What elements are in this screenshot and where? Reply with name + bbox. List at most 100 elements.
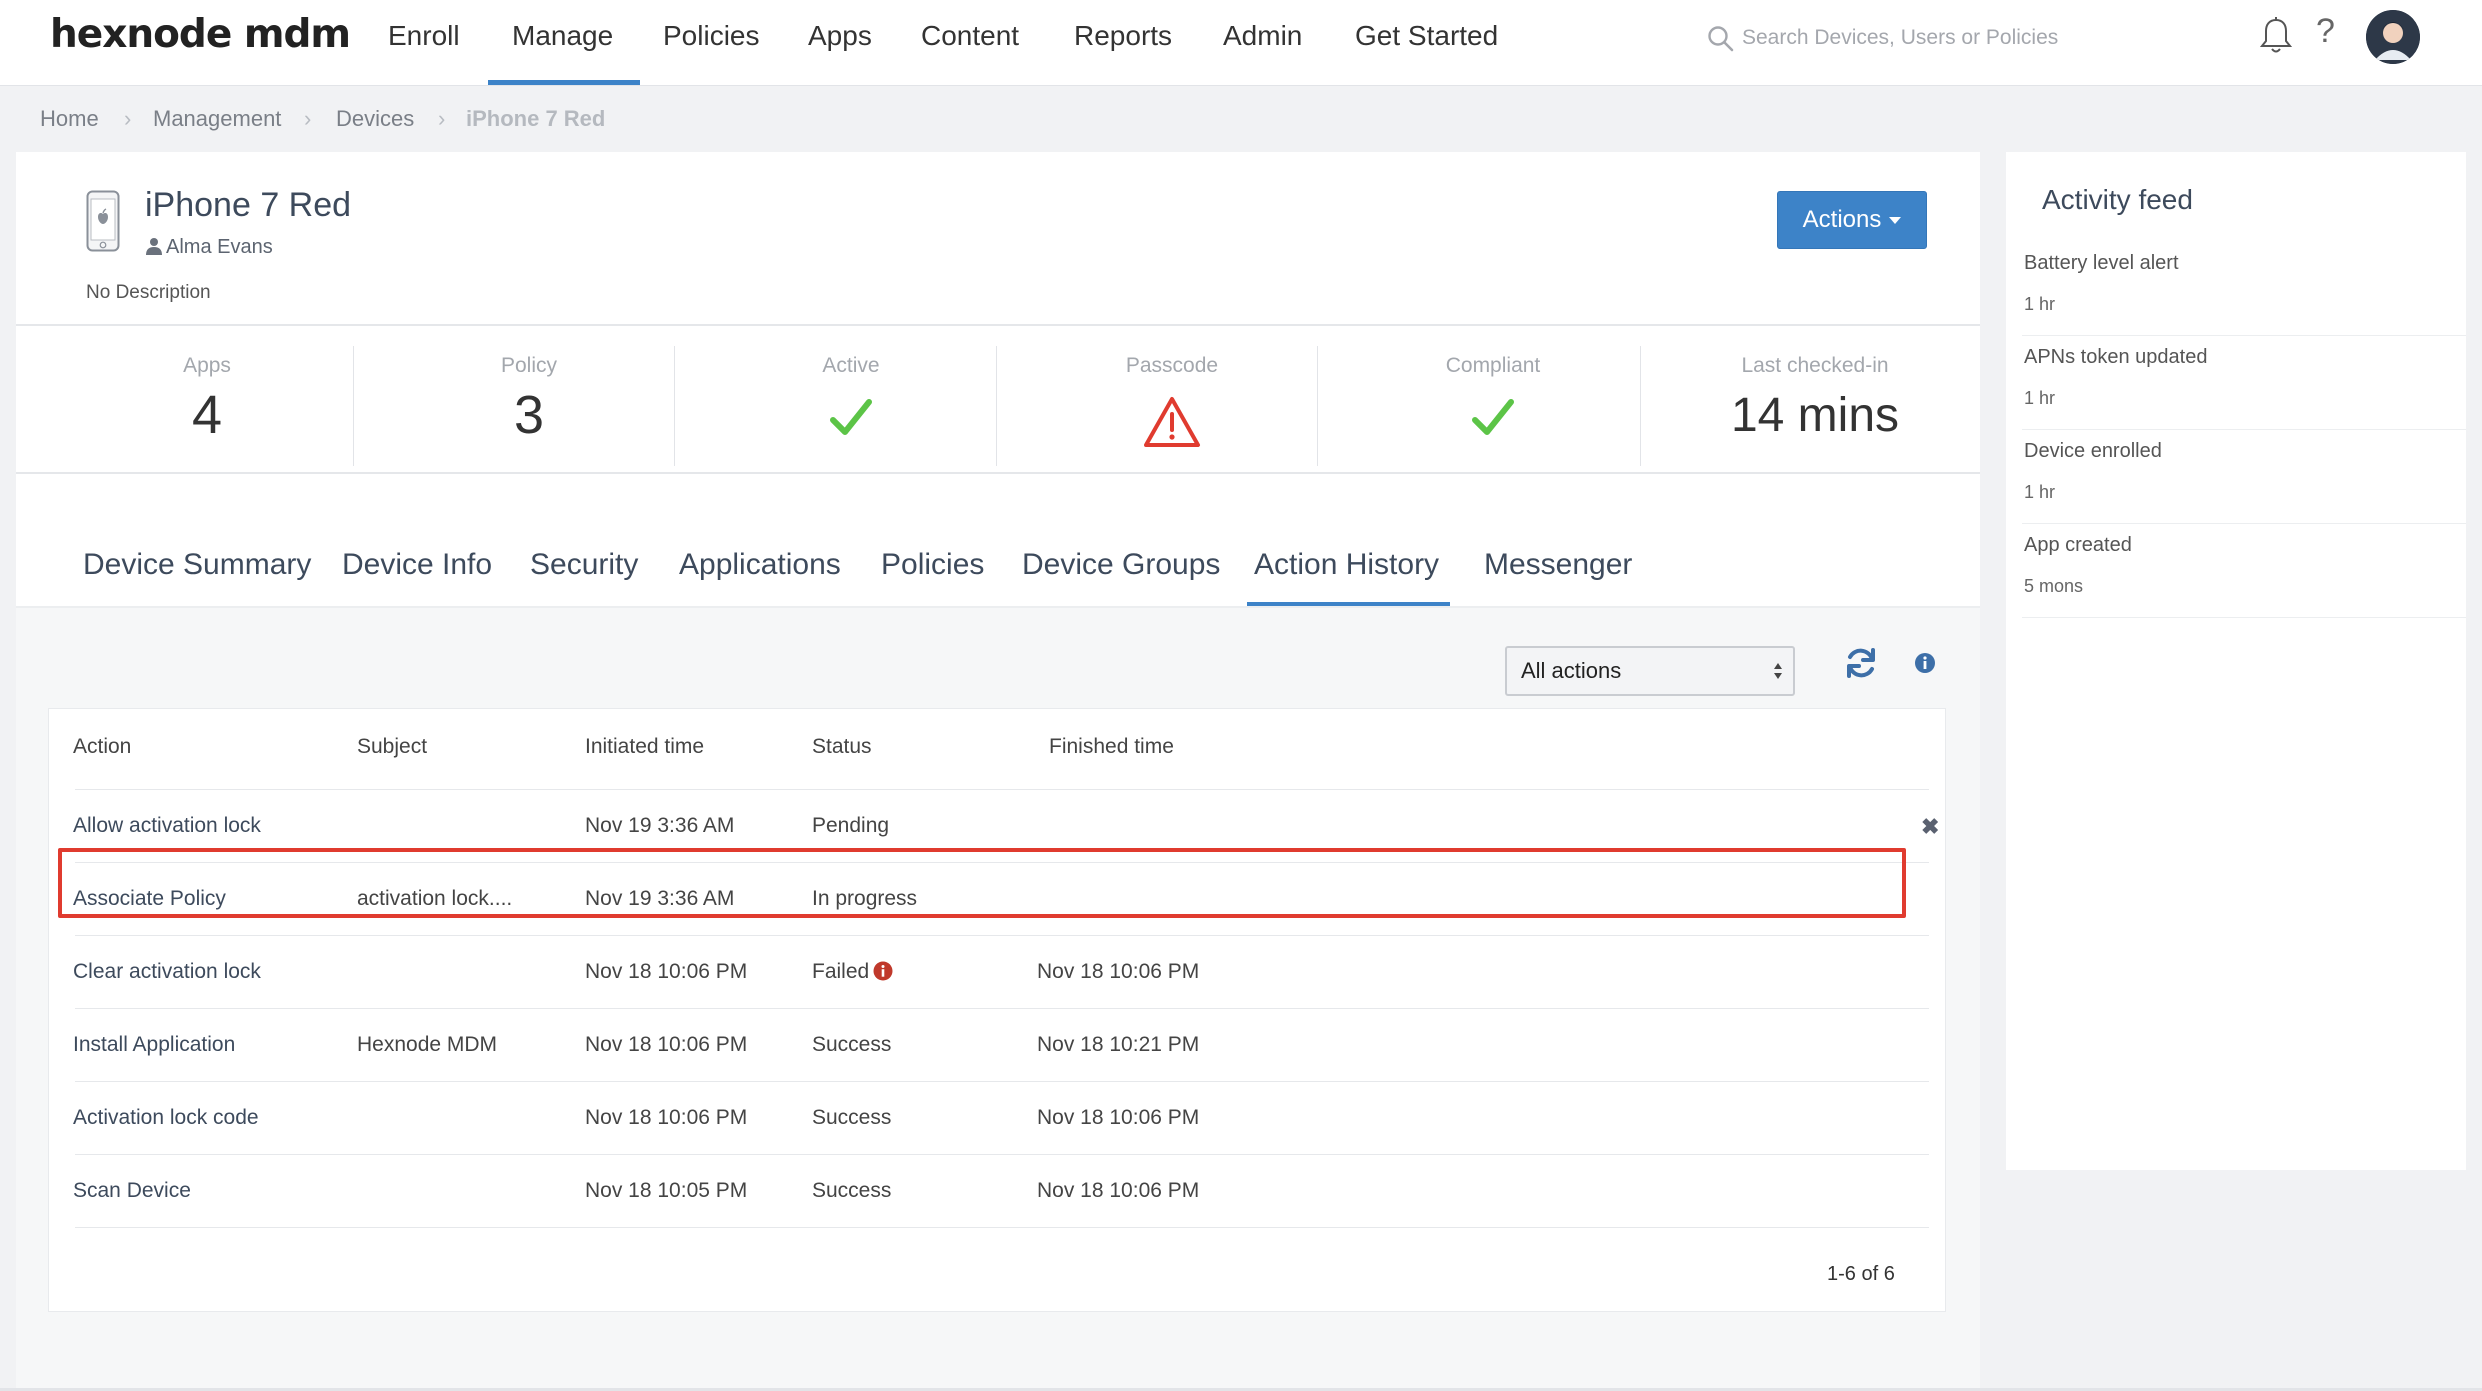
nav-policies[interactable]: Policies [663,20,759,52]
hexnode-logo[interactable]: hexnode mdm [50,12,351,57]
chevron-right-icon: › [124,106,132,131]
tab-device-groups[interactable]: Device Groups [1022,548,1220,582]
stat-label: Apps [183,354,231,377]
cell-initiated: Nov 18 10:05 PM [585,1179,748,1202]
cell-status: Success [812,1033,892,1056]
stat-compliant: Compliant [1332,326,1654,476]
cell-action[interactable]: Activation lock code [73,1106,259,1130]
nav-admin[interactable]: Admin [1223,20,1302,52]
actions-button[interactable]: Actions [1777,191,1927,249]
table-row[interactable]: Clear activation lock Nov 18 10:06 PM Fa… [73,936,1929,1009]
cell-initiated: Nov 18 10:06 PM [585,960,748,983]
device-user[interactable]: Alma Evans [146,236,273,259]
device-tabs: Device Summary Device Info Security Appl… [16,548,1980,610]
search-input[interactable] [1742,18,2182,58]
action-filter-value: All actions [1521,658,1622,683]
chevron-right-icon: › [438,106,446,131]
stat-apps[interactable]: Apps 4 [46,326,368,476]
cell-status-failed: Failed [812,960,893,984]
avatar[interactable] [2366,10,2420,64]
breadcrumb-devices[interactable]: Devices [336,106,414,132]
divider [353,346,354,466]
stat-policy[interactable]: Policy 3 [368,326,690,476]
feed-item-title: APNs token updated [2024,346,2208,368]
top-navbar: hexnode mdm Enroll Manage Policies Apps … [0,0,2482,86]
pagination-info: 1-6 of 6 [1827,1263,1895,1285]
cancel-action-icon[interactable]: ✖ [1921,814,1939,840]
column-header-status: Status [812,735,872,758]
device-details-panel: iPhone 7 Red Alma Evans No Description A… [16,152,1980,1391]
device-stats: Apps 4 Policy 3 Active Passcode Complian [16,324,1980,474]
check-icon [1472,399,1514,435]
device-name: iPhone 7 Red [145,186,352,224]
feed-item[interactable]: App created 5 mons [2022,524,2466,618]
column-header-finished-time: Finished time [1049,735,1174,758]
nav-active-indicator [488,80,640,85]
stat-value: 14 mins [1730,389,1900,442]
action-filter-select[interactable]: All actions [1505,646,1795,696]
cell-finished: Nov 18 10:06 PM [1037,960,1200,983]
tab-security[interactable]: Security [530,548,638,582]
cell-action[interactable]: Clear activation lock [73,960,261,984]
feed-item[interactable]: APNs token updated 1 hr [2022,336,2466,430]
user-avatar-icon [2366,10,2420,64]
cell-action[interactable]: Allow activation lock [73,814,261,838]
divider [1640,346,1641,466]
select-arrows-icon [1774,663,1782,679]
table-row[interactable]: Install Application Hexnode MDM Nov 18 1… [73,1009,1929,1082]
help-icon[interactable]: ? [2316,12,2335,51]
table-row[interactable]: Associate Policy activation lock.... Nov… [73,863,1929,936]
warning-icon [1144,397,1200,447]
stat-passcode: Passcode [1011,326,1333,476]
tab-applications[interactable]: Applications [679,548,841,582]
column-header-action: Action [73,735,132,758]
cell-status: In progress [812,887,918,910]
feed-item-title: Battery level alert [2024,252,2179,274]
breadcrumb-management[interactable]: Management [153,106,281,132]
nav-manage[interactable]: Manage [512,20,613,52]
cell-action[interactable]: Scan Device [73,1179,191,1203]
tab-device-summary[interactable]: Device Summary [83,548,311,582]
nav-reports[interactable]: Reports [1074,20,1172,52]
tab-messenger[interactable]: Messenger [1484,548,1632,582]
nav-get-started[interactable]: Get Started [1355,20,1498,52]
chevron-right-icon: › [304,106,312,131]
activity-feed: Activity feed Battery level alert 1 hr A… [2006,152,2466,1170]
nav-enroll[interactable]: Enroll [388,20,460,52]
user-icon [146,238,162,255]
cell-subject: Hexnode MDM [357,1033,498,1056]
feed-item[interactable]: Battery level alert 1 hr [2022,242,2466,336]
error-info-icon[interactable] [873,961,893,981]
breadcrumb-home[interactable]: Home [40,106,99,132]
search-icon [1708,26,1734,52]
column-header-initiated-time: Initiated time [585,735,705,758]
cell-finished: Nov 18 10:06 PM [1037,1179,1200,1202]
feed-item-title: App created [2024,534,2132,556]
divider [674,346,675,466]
column-header-subject: Subject [357,735,428,758]
stat-label: Active [822,354,880,377]
actions-button-label: Actions [1802,206,1882,233]
divider [1317,346,1318,466]
stat-last-checked: Last checked-in 14 mins [1654,326,1976,476]
table-row[interactable]: Scan Device Nov 18 10:05 PM Success Nov … [73,1155,1929,1228]
device-description[interactable]: No Description [86,282,211,304]
nav-apps[interactable]: Apps [808,20,872,52]
table-row[interactable]: Allow activation lock Nov 19 3:36 AM Pen… [73,790,1939,863]
cell-finished: Nov 18 10:21 PM [1037,1033,1200,1056]
bell-icon[interactable] [2258,16,2294,56]
tab-action-history[interactable]: Action History [1254,548,1439,582]
cell-action[interactable]: Install Application [73,1033,235,1057]
stat-label: Last checked-in [1741,354,1889,377]
tab-policies[interactable]: Policies [881,548,984,582]
cell-initiated: Nov 18 10:06 PM [585,1106,748,1129]
refresh-icon[interactable] [1844,646,1878,680]
tab-device-info[interactable]: Device Info [342,548,492,582]
device-user-name[interactable]: Alma Evans [166,236,273,258]
feed-item[interactable]: Device enrolled 1 hr [2022,430,2466,524]
nav-content[interactable]: Content [921,20,1019,52]
cell-action[interactable]: Associate Policy [73,887,226,911]
stat-value: 4 [191,385,223,445]
info-icon[interactable] [1914,652,1936,674]
table-row[interactable]: Activation lock code Nov 18 10:06 PM Suc… [73,1082,1929,1155]
